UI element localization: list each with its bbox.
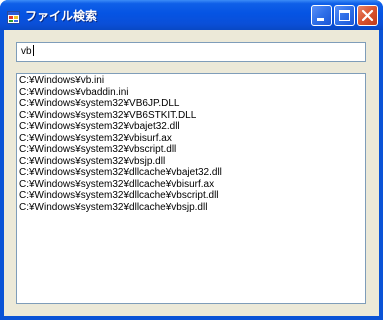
app-window: ファイル検索 vb C:¥Windows¥vb.ini C:¥Windows¥v… [0,0,383,320]
list-item[interactable]: C:¥Windows¥system32¥vbisurf.ax [19,133,363,145]
maximize-button[interactable] [334,5,355,26]
window-title: ファイル検索 [25,9,98,23]
results-list[interactable]: C:¥Windows¥vb.ini C:¥Windows¥vbaddin.ini… [16,73,366,304]
window-client-area: vb C:¥Windows¥vb.ini C:¥Windows¥vbaddin.… [4,30,379,316]
list-item[interactable]: C:¥Windows¥vbaddin.ini [19,87,363,99]
list-item[interactable]: C:¥Windows¥vb.ini [19,75,363,87]
list-item[interactable]: C:¥Windows¥system32¥VB6STKIT.DLL [19,110,363,122]
app-window-icon[interactable] [7,9,20,24]
list-item[interactable]: C:¥Windows¥system32¥dllcache¥vbajet32.dl… [19,167,363,179]
list-item[interactable]: C:¥Windows¥system32¥vbsjp.dll [19,156,363,168]
search-input[interactable]: vb [16,42,366,62]
search-input-value: vb [21,46,32,57]
maximize-icon [339,10,350,21]
list-item[interactable]: C:¥Windows¥system32¥dllcache¥vbscript.dl… [19,190,363,202]
list-item[interactable]: C:¥Windows¥system32¥VB6JP.DLL [19,98,363,110]
text-caret [32,45,34,56]
close-icon [361,9,374,22]
close-button[interactable] [357,5,378,26]
list-item[interactable]: C:¥Windows¥system32¥dllcache¥vbisurf.ax [19,179,363,191]
list-item[interactable]: C:¥Windows¥system32¥vbscript.dll [19,144,363,156]
list-item[interactable]: C:¥Windows¥system32¥dllcache¥vbsjp.dll [19,202,363,214]
minimize-icon [317,18,324,21]
list-item[interactable]: C:¥Windows¥system32¥vbajet32.dll [19,121,363,133]
title-bar[interactable]: ファイル検索 [0,0,383,30]
minimize-button[interactable] [311,5,332,26]
